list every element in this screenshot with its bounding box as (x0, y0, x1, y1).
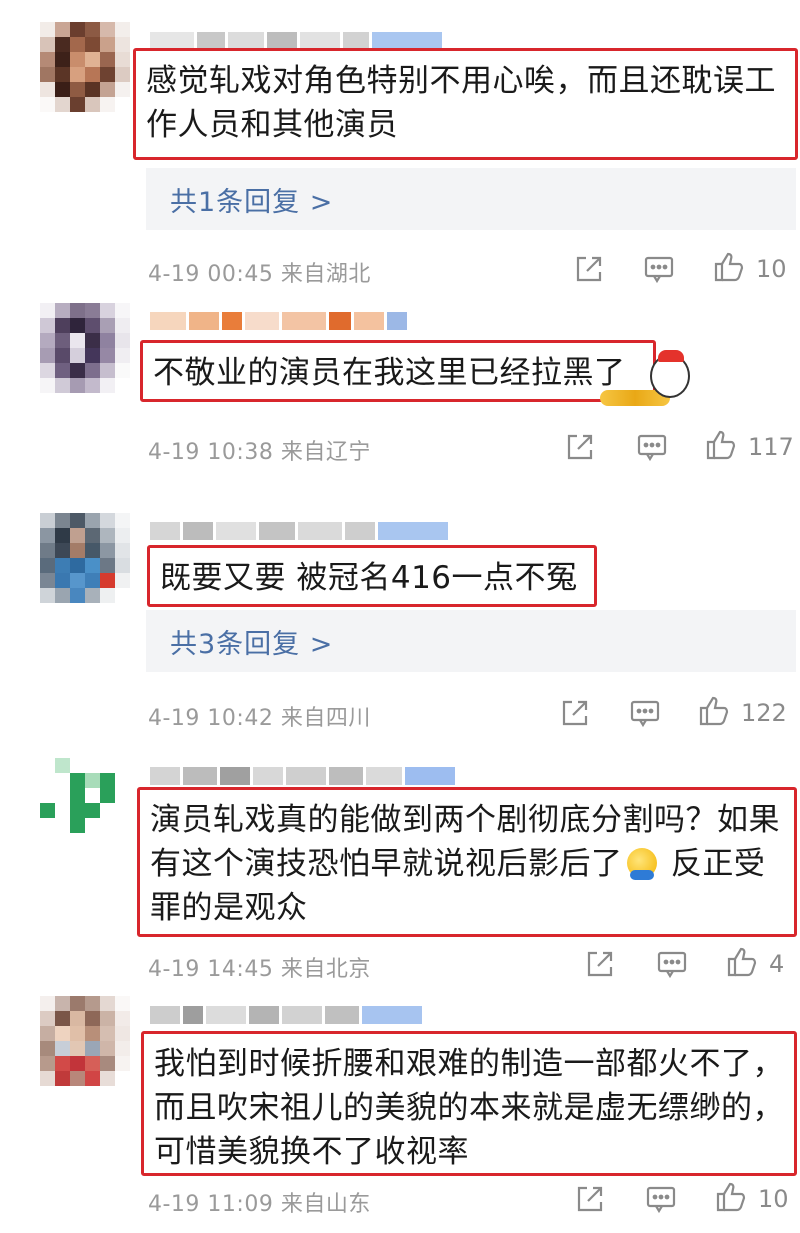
comment-meta: 4-19 10:38 来自辽宁 (148, 440, 371, 465)
avatar[interactable] (40, 996, 130, 1086)
comment-meta: 4-19 11:09 来自山东 (148, 1192, 371, 1217)
comment-icon[interactable] (635, 430, 669, 464)
username[interactable] (150, 520, 448, 542)
comment-meta: 4-19 14:45 来自北京 (148, 957, 371, 982)
like-icon[interactable] (712, 250, 746, 284)
reply-link[interactable]: 共3条回复 > (146, 610, 796, 672)
share-icon[interactable] (573, 1182, 607, 1216)
reply-count[interactable]: 共3条回复 > (170, 622, 333, 661)
like-count: 122 (741, 699, 787, 727)
comment-text-highlight: 我怕到时候折腰和艰难的制造一部都火不了，而且吹宋祖儿的美貌的本来就是虚无缥缈的，… (141, 1031, 797, 1176)
comment-meta: 4-19 00:45 来自湖北 (148, 262, 371, 287)
comment-text: 感觉轧戏对角色特别不用心唉，而且还耽误工作人员和其他演员 (146, 63, 776, 143)
like-count: 10 (756, 255, 787, 283)
like-icon[interactable] (725, 945, 759, 979)
username[interactable] (150, 765, 455, 787)
like-count: 4 (769, 950, 785, 978)
comment-icon[interactable] (642, 252, 676, 286)
emoji-icon (626, 848, 657, 880)
comment-icon[interactable] (655, 947, 689, 981)
sticker-image (600, 350, 700, 410)
comment-text: 既要又要 被冠名416一点不冤 (160, 560, 578, 596)
avatar[interactable] (40, 513, 130, 603)
like-count: 10 (758, 1185, 789, 1213)
comment-text-highlight: 既要又要 被冠名416一点不冤 (147, 545, 597, 607)
reply-link[interactable]: 共1条回复 > (146, 168, 796, 230)
comment-meta: 4-19 10:42 来自四川 (148, 706, 371, 731)
reply-count[interactable]: 共1条回复 > (170, 180, 333, 219)
like-icon[interactable] (714, 1180, 748, 1214)
share-icon[interactable] (583, 947, 617, 981)
comment-icon[interactable] (628, 696, 662, 730)
comment-text: 我怕到时候折腰和艰难的制造一部都火不了，而且吹宋祖儿的美貌的本来就是虚无缥缈的，… (154, 1046, 784, 1170)
share-icon[interactable] (572, 252, 606, 286)
like-icon[interactable] (697, 694, 731, 728)
share-icon[interactable] (558, 696, 592, 730)
comment-text-highlight: 演员轧戏真的能做到两个剧彻底分割吗？如果有这个演技恐怕早就说视后影后了 反正受罪… (137, 787, 797, 937)
comment-text-highlight: 感觉轧戏对角色特别不用心唉，而且还耽误工作人员和其他演员 (133, 48, 798, 160)
comment-text: 不敬业的演员在我这里已经拉黑了 (153, 355, 626, 391)
avatar[interactable] (40, 22, 130, 112)
like-icon[interactable] (704, 428, 738, 462)
like-count: 117 (748, 433, 794, 461)
comment-icon[interactable] (644, 1182, 678, 1216)
username[interactable] (150, 1004, 422, 1026)
avatar[interactable] (40, 758, 130, 848)
comment-text-highlight: 不敬业的演员在我这里已经拉黑了 (140, 340, 656, 402)
share-icon[interactable] (563, 430, 597, 464)
username[interactable] (150, 310, 407, 332)
avatar[interactable] (40, 303, 130, 393)
